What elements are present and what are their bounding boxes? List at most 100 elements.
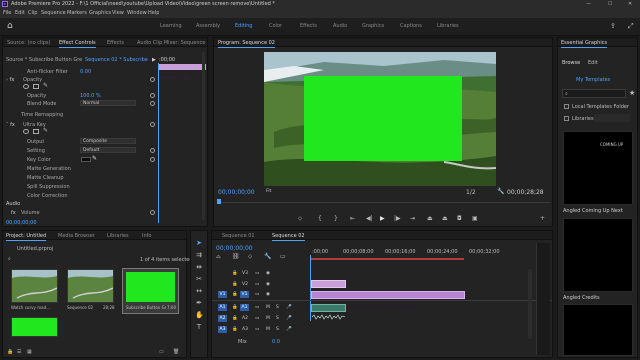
my-templates-tab[interactable]: My Templates [576,77,610,83]
clip-thumbnail[interactable] [11,317,58,337]
menu-edit[interactable]: Edit [15,10,25,16]
snap-icon[interactable]: ⌓ [216,253,221,261]
mix-value[interactable]: 0.0 [272,339,280,345]
rectangle-mask-icon[interactable] [33,129,39,134]
volume-toggle[interactable]: fx [11,210,16,216]
essential-graphics-title[interactable]: Essential Graphics [561,40,608,48]
workspace-captions[interactable]: Captions [400,23,422,29]
tab-project[interactable]: Project: Untitled [6,233,47,241]
share-icon[interactable]: ⇪ [610,22,616,30]
sync-lock-icon[interactable]: ▭ [255,271,259,276]
menu-graphics[interactable]: Graphics [89,10,111,16]
track-label-a3[interactable]: A3 [242,327,248,332]
menu-window[interactable]: Window [127,10,147,16]
program-monitor-title[interactable]: Program: Sequence 02 [218,40,275,48]
ellipse-mask-icon[interactable] [23,84,29,89]
mute-button[interactable]: M [266,316,270,321]
mark-in-icon[interactable]: { [318,215,322,222]
tab-sequence-02[interactable]: Sequence 02 [272,233,305,241]
reset-icon[interactable] [150,210,155,215]
tab-browse[interactable]: Browse [562,60,580,66]
track-select-tool-icon[interactable]: ⇉ [195,251,203,259]
new-item-icon[interactable]: ▭ [159,349,164,355]
resolution-dropdown[interactable]: 1/2 [466,189,476,196]
libraries-dropdown[interactable] [594,114,630,122]
output-dropdown[interactable]: Composite [80,138,136,144]
workspace-audio[interactable]: Audio [333,23,347,29]
add-marker-icon[interactable]: ⬦ [298,215,302,222]
fit-dropdown[interactable]: Fit [264,189,284,195]
eye-icon[interactable]: ◉ [266,292,270,297]
ec-timecode[interactable]: 00;00;00;00 [6,220,37,226]
row-matte-cleanup[interactable]: Matte Cleanup [27,175,64,181]
track-label-v2[interactable]: V2 [242,282,248,287]
ripple-edit-tool-icon[interactable]: ⇹ [195,263,203,271]
eye-icon[interactable]: ◉ [266,282,270,287]
libraries-checkbox[interactable] [564,116,569,121]
sync-lock-icon[interactable]: ▭ [255,316,259,321]
reset-icon[interactable] [150,122,155,127]
source-patch-a3[interactable]: A3 [218,326,227,333]
lock-icon[interactable]: 🔒 [232,292,238,297]
reset-icon[interactable] [150,101,155,106]
mute-button[interactable]: M [266,305,270,310]
sync-lock-icon[interactable]: ▭ [255,292,259,297]
menu-markers[interactable]: Markers [67,10,87,16]
sync-lock-icon[interactable]: ▭ [255,305,259,310]
comparison-view-icon[interactable]: ▣ [472,215,478,222]
row-time-remapping[interactable]: Time Remapping [21,112,63,118]
monitor-playhead-icon[interactable] [217,199,221,204]
source-label[interactable]: Source * Subscribe Button Gre... [6,57,82,63]
clip-thumbnail[interactable] [67,269,114,303]
play-icon[interactable]: ▶ [380,215,385,222]
clip-a1[interactable] [311,304,346,320]
minimize-button[interactable]: — [586,1,591,7]
setting-dropdown[interactable]: Default [80,147,136,153]
tab-sequence-01[interactable]: Sequence 01 [222,233,255,239]
hand-tool-icon[interactable]: ✋ [195,311,204,319]
maximize-button[interactable]: ☐ [608,1,612,7]
lock-icon[interactable]: 🔒 [232,327,238,332]
menu-sequence[interactable]: Sequence [41,10,66,16]
export-frame-icon[interactable]: ◘ [457,215,462,222]
green-screen-overlay[interactable] [304,76,462,161]
type-tool-icon[interactable]: T [195,323,203,331]
selection-tool-icon[interactable]: ➤ [195,239,203,247]
template-thumbnail[interactable] [563,304,633,356]
menu-clip[interactable]: Clip [28,10,37,16]
lock-icon[interactable]: 🔒 [7,349,13,355]
solo-button[interactable]: S [276,327,279,332]
home-icon[interactable]: ⌂ [7,22,13,31]
template-thumbnail[interactable] [563,218,633,292]
sync-lock-icon[interactable]: ▭ [255,282,259,287]
track-label-v1[interactable]: V1 [240,291,249,298]
track-label-v3[interactable]: V3 [242,271,248,276]
eyedropper-icon[interactable]: ✎ [92,155,97,162]
star-icon[interactable]: ★ [629,89,635,97]
clip-v2[interactable]: Subscribe Bu [311,280,346,297]
solo-button[interactable]: S [276,316,279,321]
row-spill-suppression[interactable]: Spill Suppression [27,184,70,190]
workspace-libraries[interactable]: Libraries [437,23,459,29]
track-label-a1[interactable]: A1 [240,304,249,311]
tab-audio-clip-mixer[interactable]: Audio Clip Mixer: Sequence [137,40,205,46]
eye-icon[interactable]: ◉ [266,271,270,276]
pen-mask-icon[interactable]: ✎ [43,83,48,89]
reset-icon[interactable] [150,77,155,82]
mic-icon[interactable]: 🎤 [286,316,292,321]
source-patch-v1[interactable]: V1 [218,291,227,298]
search-icon[interactable]: ⌕ [8,256,11,262]
workspace-graphics[interactable]: Graphics [362,23,384,29]
tab-info[interactable]: Info [142,233,151,239]
wrench-icon[interactable]: 🔧 [497,188,504,195]
clip-thumbnail[interactable] [11,269,58,303]
clip-v1[interactable]: Watch curvy road on a hike (scaled) 40-4… [311,291,465,308]
tab-media-browser[interactable]: Media Browser [58,233,95,239]
workspace-editing[interactable]: Editing [235,23,252,29]
reset-icon[interactable] [150,93,155,98]
clip-thumbnail-selected[interactable]: Subscribe Button Gre... 7;00 [122,268,179,314]
anti-flicker-value[interactable]: 0.00 [80,69,91,75]
track-label-a2[interactable]: A2 [242,316,248,321]
icon-view-icon[interactable]: ▦ [27,349,32,355]
expand-icon[interactable]: ⤢ [628,22,634,31]
